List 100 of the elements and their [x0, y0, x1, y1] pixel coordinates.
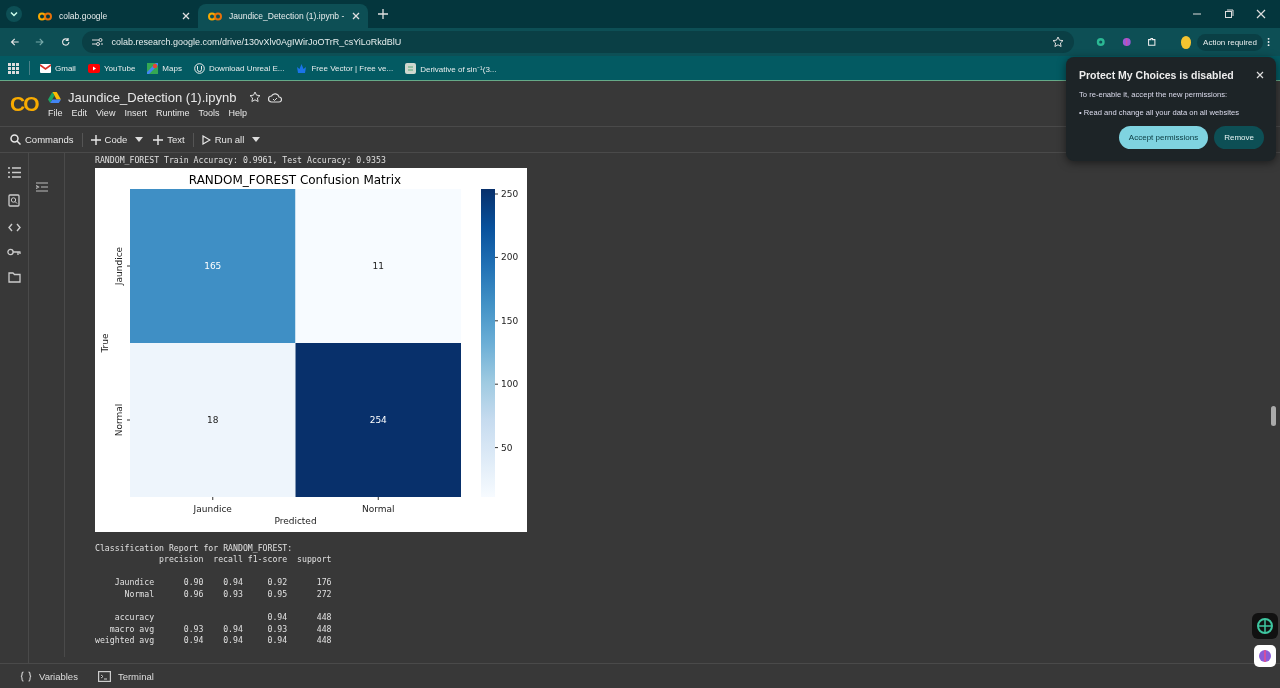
table-cell-text: 0.95	[266, 588, 288, 601]
close-icon[interactable]	[1256, 71, 1264, 79]
y-tick: Jaundice	[114, 246, 131, 285]
panel-button[interactable]: Terminal	[97, 670, 154, 682]
report-title: Classification Report for RANDOM_FOREST:	[95, 542, 294, 555]
output-toggle-icon[interactable]	[36, 182, 48, 192]
colab-logo[interactable]: CO	[10, 91, 40, 116]
bookmark-link[interactable]: Derivative of sin⁻¹(3...	[405, 62, 497, 74]
table-cell-text: 0.93	[182, 623, 204, 636]
bookmark-link[interactable]: YouTube	[87, 63, 136, 73]
toolbar-button[interactable]: Commands	[8, 132, 76, 147]
menu-item[interactable]: File	[48, 107, 63, 118]
cell-value: 18	[207, 414, 219, 425]
table-cell-text: 0.94	[222, 635, 243, 647]
restore-icon[interactable]	[1224, 9, 1234, 19]
cloud-icon[interactable]	[268, 91, 283, 103]
extension-icon[interactable]	[1096, 36, 1106, 48]
toolbar-button[interactable]: Text	[151, 132, 187, 147]
search-icon	[10, 134, 21, 145]
toolbar-button[interactable]: Code	[88, 132, 130, 147]
colorbar-tick: 100	[494, 378, 519, 389]
x-axis-label: Predicted	[274, 515, 317, 526]
close-icon[interactable]	[352, 12, 360, 20]
back-icon[interactable]	[10, 36, 20, 48]
dropdown-caret-icon[interactable]	[252, 137, 261, 142]
play-icon	[87, 63, 100, 73]
column-header: precision	[158, 554, 204, 566]
address-bar[interactable]: colab.research.google.com/drive/130vXlv0AgIWirJoOTrR_csYiLoRkdBlU	[82, 31, 1075, 53]
menu-item[interactable]: View	[96, 107, 116, 118]
bookmark-link[interactable]: Gmail	[40, 63, 76, 73]
profile-avatar[interactable]	[1180, 35, 1192, 49]
notebook-title[interactable]: Jaundice_Detection (1).ipynb	[68, 89, 237, 105]
table-cell-text: 0.93	[266, 623, 288, 636]
table-cell-text: 0.94	[222, 577, 243, 589]
output-text: RANDOM_FOREST Train Accuracy: 0.9961, Test Accuracy: 0.9353	[95, 155, 387, 167]
browser-tab[interactable]: colab.google	[28, 4, 198, 28]
site-settings-icon	[92, 37, 104, 47]
row-label: accuracy	[113, 612, 155, 624]
plus-icon	[153, 134, 164, 145]
dropdown-caret-icon[interactable]	[135, 137, 144, 142]
browser-tab[interactable]: Jaundice_Detection (1).ipynb -	[198, 4, 368, 28]
y-axis-label: True	[100, 333, 110, 353]
forward-icon[interactable]	[35, 36, 45, 48]
colorbar-tick: 250	[494, 188, 519, 199]
row-label: Jaundice	[113, 577, 155, 589]
menu-item[interactable]: Insert	[124, 107, 147, 118]
puzzle-icon[interactable]	[1147, 36, 1157, 48]
folder-icon[interactable]	[7, 272, 21, 283]
menu-item[interactable]: Edit	[71, 107, 88, 118]
terminal-icon	[97, 670, 111, 682]
play-icon	[201, 134, 211, 145]
popup-button[interactable]: Accept permissions	[1118, 126, 1209, 149]
panel-button[interactable]: Variables	[20, 670, 78, 682]
scrollbar-thumb[interactable]	[1271, 406, 1276, 426]
table-cell-text: 448	[315, 623, 332, 636]
colorbar-tick: 200	[494, 252, 519, 262]
star-icon[interactable]	[249, 91, 262, 103]
bookmark-link[interactable]: Free Vector | Free ve...	[296, 62, 394, 74]
close-icon[interactable]	[182, 12, 190, 20]
table-cell-text: 272	[315, 588, 332, 601]
popup-title: Protect My Choices is disabled	[1079, 69, 1234, 81]
bookmark-link[interactable]: Maps	[147, 62, 182, 74]
map-icon	[147, 62, 159, 74]
x-tick: Jaundice	[193, 496, 232, 514]
table-cell-text: 0.96	[182, 588, 204, 601]
row-label: weighted avg	[95, 635, 155, 647]
row-label: macro avg	[108, 623, 155, 636]
table-cell-text: 0.94	[266, 612, 288, 624]
key-icon[interactable]	[7, 248, 21, 256]
colorbar-tick: 150	[494, 315, 519, 326]
toolbar-button[interactable]: Run all	[199, 132, 247, 147]
cell-value: 165	[204, 260, 222, 271]
table-cell-text: 448	[315, 635, 332, 647]
menu-item[interactable]: Runtime	[155, 107, 190, 118]
menu-item[interactable]: Help	[228, 107, 247, 118]
table-cell-text: 0.94	[222, 623, 243, 636]
tab-search-button[interactable]	[6, 6, 22, 22]
table-of-contents-icon[interactable]	[7, 167, 21, 178]
more-icon[interactable]	[1266, 36, 1271, 48]
bookmark-link[interactable]: Download Unreal E...	[193, 62, 285, 74]
popup-button[interactable]: Remove	[1214, 126, 1264, 149]
code-icon[interactable]	[7, 223, 21, 232]
reload-icon[interactable]	[60, 36, 71, 48]
apps-grid-icon[interactable]	[8, 62, 19, 74]
new-tab-icon[interactable]	[378, 9, 388, 19]
column-header: support	[296, 554, 332, 566]
colorbar-tick: 50	[494, 442, 513, 453]
drive-icon	[48, 91, 61, 103]
action-required-button[interactable]: Action required	[1197, 33, 1263, 51]
x-tick: Normal	[361, 496, 395, 514]
menu-item[interactable]: Tools	[198, 107, 220, 118]
crown-icon	[296, 62, 308, 74]
table-cell-text: 0.92	[266, 577, 288, 589]
table-cell-text: 0.94	[266, 635, 288, 647]
close-icon[interactable]	[1256, 9, 1266, 19]
plus-icon	[90, 134, 101, 145]
star-icon[interactable]	[1052, 36, 1065, 48]
table-cell-text: 448	[315, 612, 332, 624]
find-icon[interactable]	[8, 194, 20, 207]
table-cell-text: 0.90	[182, 577, 204, 589]
